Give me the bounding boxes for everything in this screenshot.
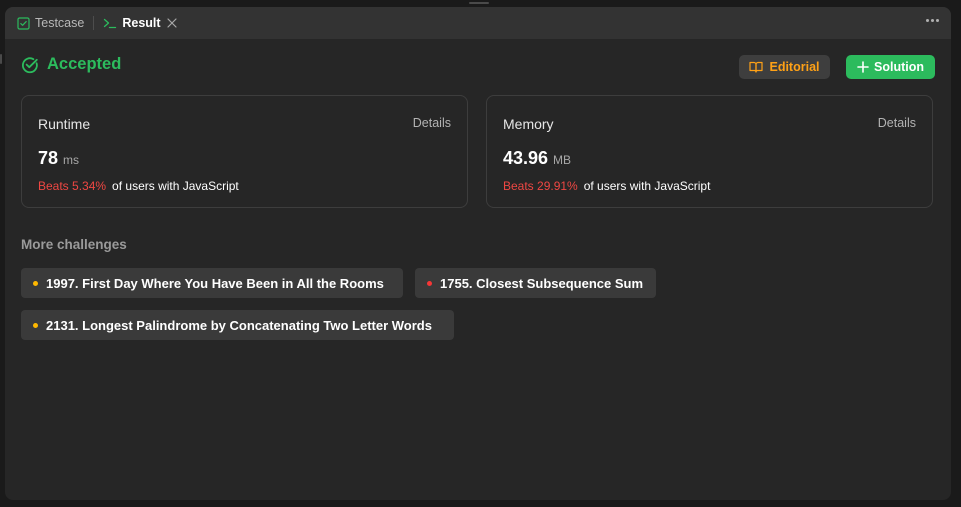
tab-testcase-label: Testcase: [35, 16, 85, 30]
panel-resize-handle-top[interactable]: [469, 2, 489, 4]
difficulty-dot: [33, 322, 38, 328]
status-label: Accepted: [47, 55, 122, 73]
challenge-label: 1997. First Day Where You Have Been in A…: [46, 275, 384, 291]
challenge-chip[interactable]: 1755. Closest Subsequence Sum: [415, 268, 656, 298]
challenge-label: 1755. Closest Subsequence Sum: [440, 275, 644, 291]
editorial-button[interactable]: Editorial: [739, 55, 830, 79]
more-dots-icon[interactable]: [924, 16, 941, 25]
runtime-number: 78: [38, 148, 59, 168]
tab-result[interactable]: Result: [103, 7, 177, 39]
memory-card: Memory Details 43.96 MB Beats 29.91% of …: [486, 95, 933, 208]
tab-result-label: Result: [122, 16, 161, 30]
memory-title: Memory: [503, 116, 554, 132]
panel-resize-handle-left[interactable]: [0, 54, 2, 64]
challenge-chip[interactable]: 2131. Longest Palindrome by Concatenatin…: [21, 310, 454, 340]
check-circle-icon: [21, 56, 39, 74]
tab-divider: [93, 16, 95, 30]
close-icon[interactable]: [166, 18, 177, 28]
runtime-value: 78 ms: [38, 148, 79, 169]
checkbox-icon: [17, 16, 30, 30]
memory-number: 43.96: [503, 148, 549, 168]
runtime-beats-percent: Beats 5.34%: [38, 179, 107, 193]
memory-unit: MB: [553, 153, 572, 167]
challenge-chip[interactable]: 1997. First Day Where You Have Been in A…: [21, 268, 403, 298]
memory-beats-suffix: of users with JavaScript: [583, 179, 711, 193]
tab-testcase[interactable]: Testcase: [17, 7, 84, 39]
memory-beats-percent: Beats 29.91%: [503, 179, 578, 193]
submission-status: Accepted: [21, 55, 121, 74]
book-icon: [749, 61, 764, 73]
plus-icon: [857, 61, 869, 73]
runtime-unit: ms: [63, 153, 80, 167]
challenge-label: 2131. Longest Palindrome by Concatenatin…: [46, 317, 432, 333]
runtime-details-link[interactable]: Details: [413, 116, 451, 130]
result-panel: Testcase Result Accepted Editorial Solut…: [5, 7, 951, 500]
memory-value: 43.96 MB: [503, 148, 571, 169]
runtime-title: Runtime: [38, 116, 91, 132]
solution-button-label: Solution: [874, 60, 924, 74]
tab-bar: Testcase Result: [5, 7, 951, 39]
difficulty-dot: [427, 280, 432, 286]
solution-button[interactable]: Solution: [846, 55, 935, 79]
runtime-beats-suffix: of users with JavaScript: [112, 179, 239, 193]
runtime-beats: Beats 5.34% of users with JavaScript: [38, 179, 239, 193]
runtime-card: Runtime Details 78 ms Beats 5.34% of use…: [21, 95, 468, 208]
editorial-button-label: Editorial: [769, 60, 820, 74]
memory-beats: Beats 29.91% of users with JavaScript: [503, 179, 710, 193]
memory-details-link[interactable]: Details: [878, 116, 916, 130]
more-challenges-heading: More challenges: [21, 237, 127, 252]
difficulty-dot: [33, 280, 38, 286]
terminal-icon: [103, 17, 117, 30]
